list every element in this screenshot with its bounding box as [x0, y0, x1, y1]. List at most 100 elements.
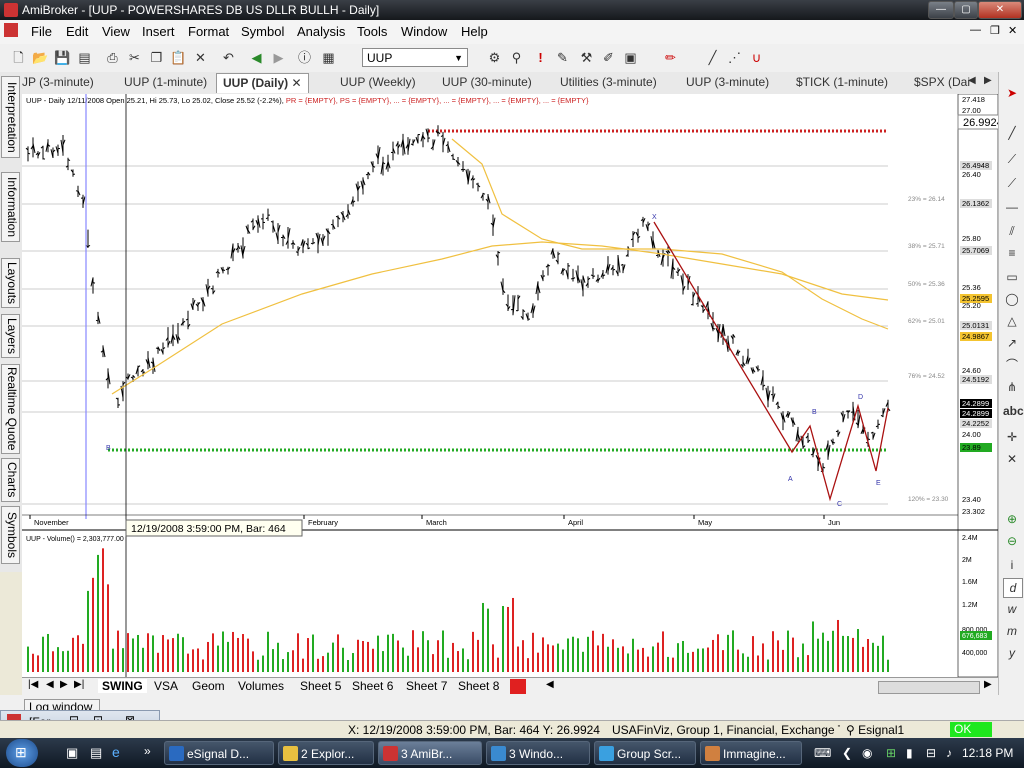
arrow-icon[interactable]: ↗ [1003, 334, 1021, 352]
cycles-icon[interactable]: ⋔ [1003, 378, 1021, 396]
task-esignal[interactable]: eSignal D... [164, 741, 274, 765]
period-yearly-icon[interactable]: y [1003, 644, 1021, 662]
ray-icon[interactable]: ⟋ [1003, 150, 1021, 168]
menu-analysis[interactable]: Analysis [297, 24, 345, 39]
tab-chart-uup-3min[interactable]: UUP (3-minute) [686, 75, 769, 93]
tray-info-icon[interactable]: ▮ [906, 746, 913, 760]
menu-format[interactable]: Format [188, 24, 229, 39]
brush-icon[interactable]: ✐ [600, 49, 617, 66]
tab-interpretation[interactable]: Interpretation [1, 76, 20, 158]
ie-icon[interactable]: e [112, 744, 120, 760]
print-icon[interactable]: ⎙ [104, 49, 121, 66]
cross-icon[interactable]: ✛ [1003, 428, 1021, 446]
sheet-tab-vsa[interactable]: VSA [154, 679, 178, 693]
tab-charts[interactable]: Charts [1, 458, 20, 502]
line-icon[interactable]: ╱ [1003, 124, 1021, 142]
mdi-minimize-button[interactable]: — [970, 24, 981, 36]
menu-help[interactable]: Help [461, 24, 488, 39]
tab-chart-utilities-3min[interactable]: Utilities (3-minute) [560, 75, 657, 93]
chart-settings-icon[interactable]: ▦ [320, 49, 337, 66]
period-weekly-icon[interactable]: w [1003, 600, 1021, 618]
network-icon[interactable]: ⊟ [926, 746, 936, 760]
document-icon[interactable] [4, 23, 18, 37]
menu-insert[interactable]: Insert [142, 24, 175, 39]
sheet-tab-6[interactable]: Sheet 6 [352, 679, 393, 693]
sheet-tab-7[interactable]: Sheet 7 [406, 679, 447, 693]
tabs-scroll-left-icon[interactable]: ◀ [968, 75, 976, 93]
tab-chart-uup-1min[interactable]: UUP (1-minute) [124, 75, 207, 93]
tab-chart-spx-daily[interactable]: $SPX (Dai [914, 75, 970, 93]
tab-layouts[interactable]: Layouts [1, 258, 20, 308]
task-group-scr[interactable]: Group Scr... [594, 741, 696, 765]
tab-chart-tick-1min[interactable]: $TICK (1-minute) [796, 75, 888, 93]
hscroll-right-icon[interactable]: ▶ [984, 679, 992, 690]
sheet-tab-geom[interactable]: Geom [192, 679, 225, 693]
tab-realtime-quote[interactable]: Realtime Quote [1, 364, 20, 454]
period-daily-icon[interactable]: d [1003, 578, 1023, 598]
period-intraday-icon[interactable]: i [1003, 556, 1021, 574]
menu-file[interactable]: File [31, 24, 52, 39]
forward-icon[interactable]: ▶ [270, 49, 287, 66]
sheet-first-icon[interactable]: |◀ [28, 679, 38, 690]
sheet-tab-swing[interactable]: SWING [98, 679, 147, 693]
tab-chart-uup-weekly[interactable]: UUP (Weekly) [340, 75, 416, 93]
hscroll-thumb[interactable] [878, 681, 980, 694]
period-monthly-icon[interactable]: m [1003, 622, 1021, 640]
dotted-line-icon[interactable]: ⋰ [726, 49, 743, 66]
extended-line-icon[interactable]: ⟋ [1003, 174, 1021, 192]
open-icon[interactable]: 📂 [32, 49, 49, 66]
tray-expand-icon[interactable]: ❮ [842, 746, 852, 760]
alert-icon[interactable]: ! [532, 49, 549, 66]
tray-status-icon[interactable]: ⊞ [886, 746, 896, 760]
menu-edit[interactable]: Edit [66, 24, 88, 39]
back-icon[interactable]: ◀ [248, 49, 265, 66]
task-amibroker[interactable]: 3 AmiBr... [378, 741, 482, 765]
scan-icon[interactable]: ⚙ [486, 49, 503, 66]
quicklaunch-icon[interactable]: ▤ [90, 745, 102, 761]
mdi-restore-button[interactable]: ❐ [990, 24, 1000, 37]
new-icon[interactable]: 🗋 [10, 49, 27, 66]
save-icon[interactable]: 💾 [54, 49, 71, 66]
sheet-prev-icon[interactable]: ◀ [46, 679, 54, 690]
sheet-last-icon[interactable]: ▶| [74, 679, 84, 690]
tools-icon[interactable]: ⚒ [578, 49, 595, 66]
task-windows[interactable]: 3 Windo... [486, 741, 590, 765]
explore-icon[interactable]: ⚲ [508, 49, 525, 66]
volume-icon[interactable]: ♪ [946, 746, 952, 760]
tab-chart-uup-30min[interactable]: UUP (30-minute) [442, 75, 532, 93]
close-tab-icon[interactable]: ✕ [291, 76, 301, 90]
tab-chart-jp-3min[interactable]: JP (3-minute) [22, 75, 94, 93]
ellipse-icon[interactable]: ◯ [1003, 290, 1021, 308]
hscroll-left-icon[interactable]: ◀ [546, 679, 554, 690]
sheet-color-swatch[interactable] [510, 679, 526, 694]
show-desktop-icon[interactable]: ▣ [66, 745, 78, 761]
sheet-tab-8[interactable]: Sheet 8 [458, 679, 499, 693]
start-button[interactable]: ⊞ [6, 739, 38, 767]
clock[interactable]: 12:18 PM [962, 746, 1013, 760]
sheet-next-icon[interactable]: ▶ [60, 679, 68, 690]
horizontal-line-icon[interactable]: — [1003, 198, 1021, 216]
undo-icon[interactable]: ↶ [220, 49, 237, 66]
task-explorer[interactable]: 2 Explor... [278, 741, 374, 765]
menu-window[interactable]: Window [401, 24, 447, 39]
save-all-icon[interactable]: ▤ [76, 49, 93, 66]
sheet-tab-5[interactable]: Sheet 5 [300, 679, 341, 693]
minimize-button[interactable]: — [928, 1, 954, 19]
tab-layers[interactable]: Layers [1, 314, 20, 358]
symbol-combobox[interactable]: UUP ▼ [362, 48, 468, 67]
quicklaunch-more-icon[interactable]: » [144, 744, 151, 758]
task-immagine[interactable]: Immagine... [700, 741, 802, 765]
chevron-down-icon[interactable]: ▼ [454, 49, 463, 68]
draw-line-icon[interactable]: ╱ [704, 49, 721, 66]
close-button[interactable]: ✕ [978, 1, 1022, 19]
channel-icon[interactable]: ⫽ [1003, 222, 1021, 240]
paste-icon[interactable]: 📋 [170, 49, 187, 66]
arc-icon[interactable]: ⌒ [1003, 356, 1021, 374]
tab-chart-uup-daily[interactable]: UUP (Daily) ✕ [216, 73, 309, 93]
gann-icon[interactable]: ✕ [1003, 450, 1021, 468]
pen-color-icon[interactable]: ✏ [662, 49, 679, 66]
cut-icon[interactable]: ✂ [126, 49, 143, 66]
tabs-scroll-right-icon[interactable]: ▶ [984, 75, 992, 93]
zoom-in-icon[interactable]: ⊕ [1003, 510, 1021, 528]
keyboard-icon[interactable]: ⌨ [814, 746, 831, 760]
